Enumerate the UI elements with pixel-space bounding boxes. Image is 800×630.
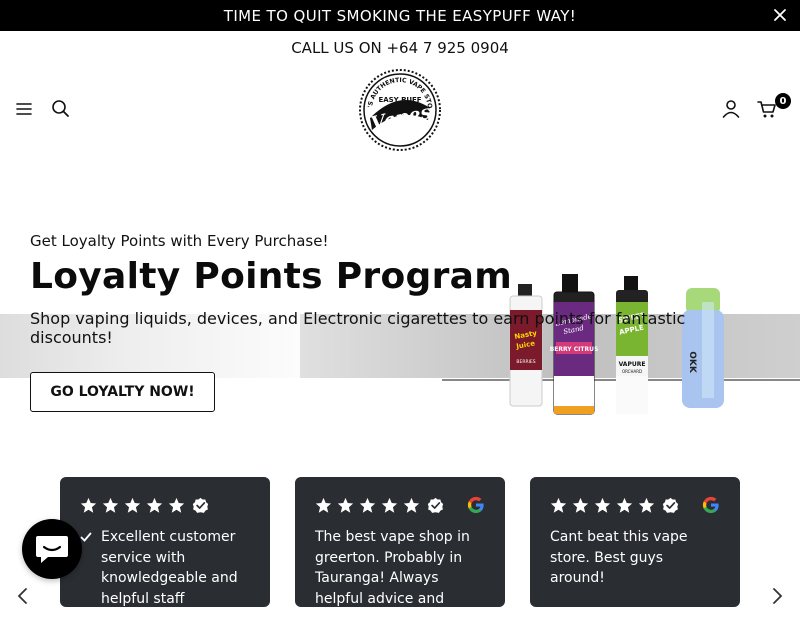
star-icon	[337, 497, 354, 513]
review-card: Cant beat this vape store. Best guys aro…	[530, 477, 740, 607]
user-icon[interactable]	[720, 98, 742, 120]
go-loyalty-button[interactable]: GO LOYALTY NOW!	[30, 372, 215, 412]
hero-description: Shop vaping liquids, devices, and Electr…	[30, 309, 686, 347]
chevron-left-icon[interactable]	[14, 587, 32, 605]
reviews-carousel: Excellent customer service with knowledg…	[0, 477, 800, 627]
review-text: The best vape shop in greerton. Probably…	[315, 529, 470, 607]
verified-badge-icon	[662, 497, 679, 513]
star-icon	[168, 497, 185, 513]
svg-text:BERRY CITRUS: BERRY CITRUS	[550, 346, 599, 353]
phone-bar: CALL US ON +64 7 925 0904	[0, 31, 800, 64]
star-icon	[550, 497, 567, 513]
star-icon	[381, 497, 398, 513]
announcement-text: TIME TO QUIT SMOKING THE EASYPUFF WAY!	[223, 6, 577, 25]
chat-bubble-icon	[36, 536, 68, 563]
hamburger-menu-icon[interactable]	[14, 98, 36, 120]
cart-count-badge: 0	[775, 93, 791, 109]
store-logo[interactable]: NZ'S AUTHENTIC VAPE STORE EASY PUFF Vape…	[358, 68, 442, 152]
star-rating	[80, 495, 250, 515]
star-rating	[550, 495, 720, 515]
review-line: Fast and efficient	[80, 609, 250, 630]
review-text: Cant beat this vape store. Best guys aro…	[550, 529, 688, 586]
star-icon	[616, 497, 633, 513]
google-icon	[702, 496, 719, 514]
review-line: Excellent customer service with knowledg…	[80, 527, 250, 609]
svg-text:VAPURE: VAPURE	[619, 361, 646, 368]
svg-text:ORCHARD: ORCHARD	[622, 369, 642, 374]
close-icon[interactable]	[772, 7, 788, 23]
hero-banner: Get Loyalty Points with Every Purchase! …	[0, 156, 800, 456]
star-icon	[80, 497, 97, 513]
review-text: Excellent customer service with knowledg…	[80, 527, 250, 630]
hero-subtitle: Get Loyalty Points with Every Purchase!	[30, 232, 329, 250]
star-icon	[638, 497, 655, 513]
phone-text: CALL US ON +64 7 925 0904	[291, 38, 509, 57]
search-icon[interactable]	[50, 98, 72, 120]
star-icon	[124, 497, 141, 513]
chevron-right-icon[interactable]	[768, 587, 786, 605]
svg-text:BERRIES: BERRIES	[516, 359, 535, 365]
chat-button[interactable]	[22, 519, 82, 579]
review-card: Excellent customer service with knowledg…	[60, 477, 270, 627]
review-line-text: Excellent customer service with knowledg…	[101, 529, 238, 607]
star-icon	[359, 497, 376, 513]
svg-text:OKK: OKK	[687, 351, 697, 374]
star-icon	[102, 497, 119, 513]
star-icon	[146, 497, 163, 513]
announcement-bar: TIME TO QUIT SMOKING THE EASYPUFF WAY!	[0, 0, 800, 31]
checkmark-icon	[80, 532, 92, 542]
review-card: The best vape shop in greerton. Probably…	[295, 477, 505, 607]
star-icon	[594, 497, 611, 513]
site-header: NZ'S AUTHENTIC VAPE STORE EASY PUFF Vape…	[0, 64, 800, 156]
star-icon	[403, 497, 420, 513]
star-icon	[315, 497, 332, 513]
star-rating	[315, 495, 485, 515]
checkmark-icon	[80, 614, 92, 624]
hero-title: Loyalty Points Program	[30, 256, 513, 297]
verified-badge-icon	[192, 497, 209, 513]
verified-badge-icon	[427, 497, 444, 513]
google-icon	[467, 496, 484, 514]
star-icon	[572, 497, 589, 513]
review-line-text: Fast and efficient	[101, 611, 222, 627]
